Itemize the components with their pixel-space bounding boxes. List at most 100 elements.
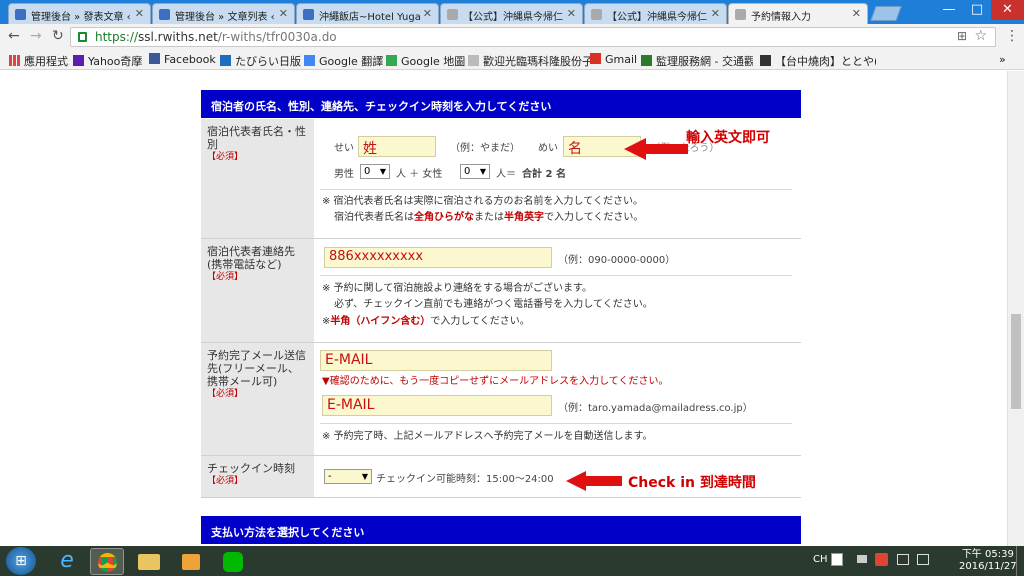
bookmark-tabirai[interactable]: たびらい日版 bbox=[220, 53, 301, 69]
page-icon bbox=[735, 9, 746, 20]
email-input[interactable]: E-MAIL bbox=[320, 350, 552, 371]
url-scheme: https:// bbox=[95, 30, 139, 44]
bookmark-google-maps[interactable]: Google 地圖 bbox=[386, 53, 465, 69]
close-tab-icon[interactable]: ✕ bbox=[423, 7, 432, 20]
gmail-icon bbox=[590, 53, 601, 64]
annotation-arrow-checkin bbox=[566, 471, 622, 491]
bookmark-facebook[interactable]: Facebook bbox=[149, 53, 216, 66]
page-icon bbox=[591, 9, 602, 20]
start-button[interactable]: ⊞ bbox=[6, 547, 36, 575]
bookmark-gov[interactable]: 監理服務網 - 交通觀 bbox=[641, 53, 753, 69]
section-header-guest-info: 宿泊者の氏名、性別、連絡先、チェックイン時刻を入力してください bbox=[201, 90, 801, 118]
required-badge: 【必須】 bbox=[207, 476, 244, 486]
system-tray: CH 下午 05:39 2016/11/27 bbox=[809, 546, 1024, 576]
folder-icon[interactable] bbox=[132, 548, 166, 575]
media-player-icon[interactable] bbox=[174, 548, 208, 575]
gov-icon bbox=[641, 55, 652, 66]
dropdown-arrow-icon: ▼ bbox=[479, 167, 486, 176]
required-badge: 【必須】 bbox=[207, 272, 244, 282]
bookmark-apps[interactable]: 應用程式 bbox=[9, 53, 68, 69]
close-tab-icon[interactable]: ✕ bbox=[279, 7, 288, 20]
close-window-button[interactable]: ✕ bbox=[991, 0, 1024, 20]
volume-icon[interactable] bbox=[917, 554, 929, 565]
translate-icon[interactable]: ⊞ bbox=[957, 29, 967, 43]
close-tab-icon[interactable]: ✕ bbox=[711, 7, 720, 20]
phone-row-value: 886xxxxxxxxx （例：090-0000-0000） ※ 予約に関して宿… bbox=[314, 239, 801, 343]
yahoo-icon bbox=[73, 55, 84, 66]
bookmark-yahoo[interactable]: Yahoo奇摩 bbox=[73, 53, 142, 69]
bookmarks-more-icon[interactable]: » bbox=[999, 53, 1006, 66]
input-language[interactable]: CH bbox=[813, 554, 828, 565]
clock[interactable]: 下午 05:39 2016/11/27 bbox=[959, 549, 1017, 573]
wordpress-icon bbox=[15, 9, 26, 20]
google-translate-icon bbox=[304, 55, 315, 66]
close-tab-icon[interactable]: ✕ bbox=[852, 7, 861, 20]
scrollbar[interactable] bbox=[1007, 71, 1024, 546]
reload-icon[interactable]: ↻ bbox=[52, 28, 64, 44]
facebook-icon bbox=[149, 53, 160, 64]
maximize-button[interactable]: □ bbox=[963, 0, 991, 20]
annotation-checkin-hint: Check in 到達時間 bbox=[628, 475, 756, 491]
bookmark-google-translate[interactable]: Google 翻譯 bbox=[304, 53, 383, 69]
minimize-button[interactable]: — bbox=[935, 0, 963, 20]
sei-input[interactable]: 姓 bbox=[358, 136, 436, 157]
bookmark-page[interactable]: 歡迎光臨瑪科隆股份子 bbox=[468, 53, 590, 69]
google-maps-icon bbox=[386, 55, 397, 66]
close-tab-icon[interactable]: ✕ bbox=[567, 7, 576, 20]
chrome-icon[interactable] bbox=[90, 548, 124, 575]
phone-format-note: ※半角（ハイフン含む）で入力してください。 bbox=[322, 316, 530, 327]
lock-icon bbox=[78, 32, 87, 42]
network-icon[interactable] bbox=[897, 554, 909, 565]
tab-bar: 管理後台 » 發表文章 ‹ ✕ 管理後台 » 文章列表 ‹ ✕ 沖繩飯店~Hotel… bbox=[0, 0, 1024, 24]
tab-official-1[interactable]: 【公式】沖縄県今帰仁 ✕ bbox=[440, 3, 583, 24]
annotation-arrow-name bbox=[624, 138, 688, 160]
line-app-icon[interactable] bbox=[216, 548, 250, 575]
antivirus-icon[interactable] bbox=[875, 553, 888, 566]
bookmarks-bar: 應用程式 Yahoo奇摩 Facebook たびらい日版 Google 翻譯 G… bbox=[0, 50, 1024, 70]
tab-official-2[interactable]: 【公式】沖縄県今帰仁 ✕ bbox=[584, 3, 727, 24]
browser-toolbar: ← → ↻ https://ssl.rwiths.net/r-withs/tfr… bbox=[0, 24, 1024, 50]
phone-input[interactable]: 886xxxxxxxxx bbox=[324, 247, 552, 268]
screenshot-root: 管理後台 » 發表文章 ‹ ✕ 管理後台 » 文章列表 ‹ ✕ 沖繩飯店~Hotel… bbox=[0, 0, 1024, 576]
tab-reservation[interactable]: 予約情報入力 ✕ bbox=[728, 3, 868, 24]
tab-admin-post[interactable]: 管理後台 » 發表文章 ‹ ✕ bbox=[8, 3, 151, 24]
required-badge: 【必須】 bbox=[207, 389, 244, 399]
page-content: 宿泊者の氏名、性別、連絡先、チェックイン時刻を入力してください 宿泊代表者氏名・… bbox=[0, 71, 1024, 546]
url-path: /r-withs/tfr0030a.do bbox=[217, 30, 337, 44]
bookmark-restaurant[interactable]: 【台中燒肉】ととや( bbox=[760, 53, 876, 69]
forward-icon[interactable]: → bbox=[30, 28, 42, 44]
menu-icon[interactable]: ⋮ bbox=[1005, 28, 1019, 44]
divider bbox=[320, 189, 792, 190]
tab-okinawa-hotel[interactable]: 沖繩飯店~Hotel Yuga ✕ bbox=[296, 3, 439, 24]
tray-up-icon[interactable] bbox=[857, 555, 867, 563]
bookmark-gmail[interactable]: Gmail bbox=[590, 53, 637, 66]
checkin-row-label: チェックイン時刻 【必須】 bbox=[201, 456, 314, 498]
wordpress-icon bbox=[303, 9, 314, 20]
address-bar[interactable]: https://ssl.rwiths.net/r-withs/tfr0030a.… bbox=[70, 27, 996, 47]
name-row-label: 宿泊代表者氏名・性別 【必須】 bbox=[201, 119, 314, 239]
wordpress-icon bbox=[159, 9, 170, 20]
checkin-time-select[interactable]: - ▼ bbox=[324, 469, 372, 484]
new-tab-button[interactable] bbox=[870, 6, 902, 21]
annotation-name-hint: 輸入英文即可 bbox=[686, 130, 770, 146]
page-icon bbox=[447, 9, 458, 20]
tab-admin-list[interactable]: 管理後台 » 文章列表 ‹ ✕ bbox=[152, 3, 295, 24]
name-format-note: 宿泊代表者氏名は全角ひらがなまたは半角英字で入力してください。 bbox=[334, 212, 644, 223]
email-row-value: E-MAIL ▼確認のために、もう一度コピーせずにメールアドレスを入力してくださ… bbox=[314, 343, 801, 456]
dropdown-arrow-icon: ▼ bbox=[379, 167, 386, 176]
apps-icon bbox=[9, 55, 20, 66]
ie-icon[interactable]: e bbox=[50, 548, 84, 575]
male-count-select[interactable]: 0 ▼ bbox=[360, 164, 390, 179]
scrollbar-thumb[interactable] bbox=[1011, 314, 1021, 409]
section-header-payment: 支払い方法を選択してください bbox=[201, 516, 801, 544]
close-tab-icon[interactable]: ✕ bbox=[135, 7, 144, 20]
email-confirm-input[interactable]: E-MAIL bbox=[322, 395, 552, 416]
star-icon[interactable]: ☆ bbox=[974, 28, 987, 44]
show-desktop-button[interactable] bbox=[1016, 546, 1024, 576]
back-icon[interactable]: ← bbox=[8, 28, 20, 44]
restaurant-icon bbox=[760, 55, 771, 66]
taskbar: ⊞ e CH 下午 05:39 2016/11/27 bbox=[0, 546, 1024, 576]
ime-icon[interactable] bbox=[831, 553, 843, 566]
female-count-select[interactable]: 0 ▼ bbox=[460, 164, 490, 179]
tabirai-icon bbox=[220, 55, 231, 66]
